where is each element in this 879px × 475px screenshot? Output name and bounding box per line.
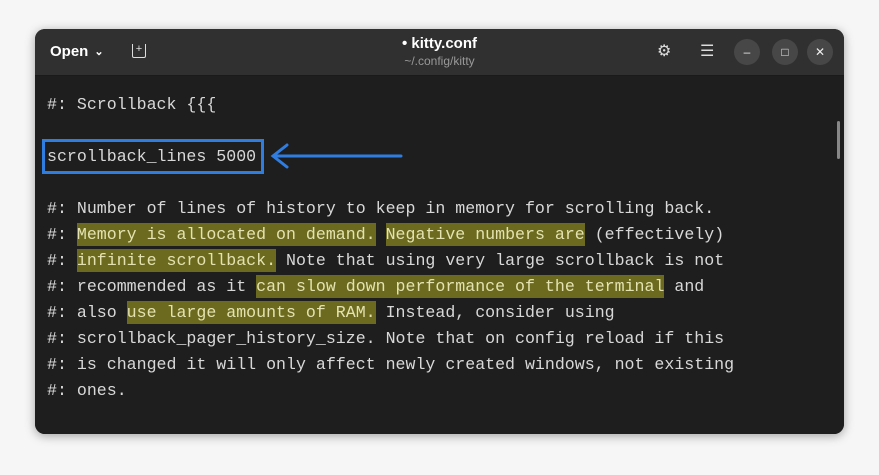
code-line: #: Scrollback {{{ [47, 92, 216, 118]
code-text: #: is changed it will only affect newly … [47, 355, 735, 374]
code-text: Note that using very large scrollback is… [276, 251, 725, 270]
code-text: #: Number of lines of history to keep in… [47, 199, 715, 218]
window-title: • kitty.conf ~/.config/kitty [35, 35, 844, 68]
code-text: Instead, consider using [375, 303, 615, 322]
code-text: and [664, 277, 705, 296]
code-text: #: Scrollback {{{ [47, 95, 217, 114]
code-text: #: [47, 225, 77, 244]
code-text: scrollback_lines 5000 [47, 147, 257, 166]
highlighted-text: use large amounts of RAM. [126, 301, 376, 324]
code-line: #: also use large amounts of RAM. Instea… [47, 300, 615, 326]
editor-text-area[interactable]: #: Scrollback {{{ scrollback_lines 5000 #:… [35, 77, 844, 434]
close-button[interactable]: ✕ [807, 39, 833, 65]
header-bar: Open ⌄ + • kitty.conf ~/.config/kitty ⚙ ☰… [35, 29, 844, 76]
code-line: scrollback_lines 5000 [47, 144, 256, 170]
code-line: #: Number of lines of history to keep in… [47, 196, 714, 222]
annotation-arrow-icon [270, 143, 403, 169]
minimize-button[interactable]: – [734, 39, 760, 65]
code-text: (effectively) [584, 225, 725, 244]
code-text: #: [47, 251, 77, 270]
highlighted-text: infinite scrollback. [76, 249, 277, 272]
highlighted-text: Negative numbers are [385, 223, 585, 246]
code-line: #: Memory is allocated on demand. Negati… [47, 222, 724, 248]
code-text: #: scrollback_pager_history_size. Note t… [47, 329, 725, 348]
file-path: ~/.config/kitty [404, 54, 475, 68]
code-line: #: ones. [47, 378, 127, 404]
highlighted-text: can slow down performance of the termina… [256, 275, 665, 298]
code-line: #: infinite scrollback. Note that using … [47, 248, 724, 274]
code-text: #: recommended as it [47, 277, 257, 296]
maximize-button[interactable]: □ [772, 39, 798, 65]
code-line: #: scrollback_pager_history_size. Note t… [47, 326, 724, 352]
highlighted-text: Memory is allocated on demand. [76, 223, 376, 246]
code-line: #: is changed it will only affect newly … [47, 352, 734, 378]
scrollbar[interactable] [837, 121, 840, 159]
menu-icon[interactable]: ☰ [700, 41, 714, 61]
code-text: #: ones. [47, 381, 127, 400]
settings-gear-icon[interactable]: ⚙ [657, 41, 671, 61]
code-text: #: also [47, 303, 127, 322]
text-editor-window: Open ⌄ + • kitty.conf ~/.config/kitty ⚙ ☰… [35, 29, 844, 434]
file-name: • kitty.conf [402, 35, 477, 52]
code-line: #: recommended as it can slow down perfo… [47, 274, 704, 300]
